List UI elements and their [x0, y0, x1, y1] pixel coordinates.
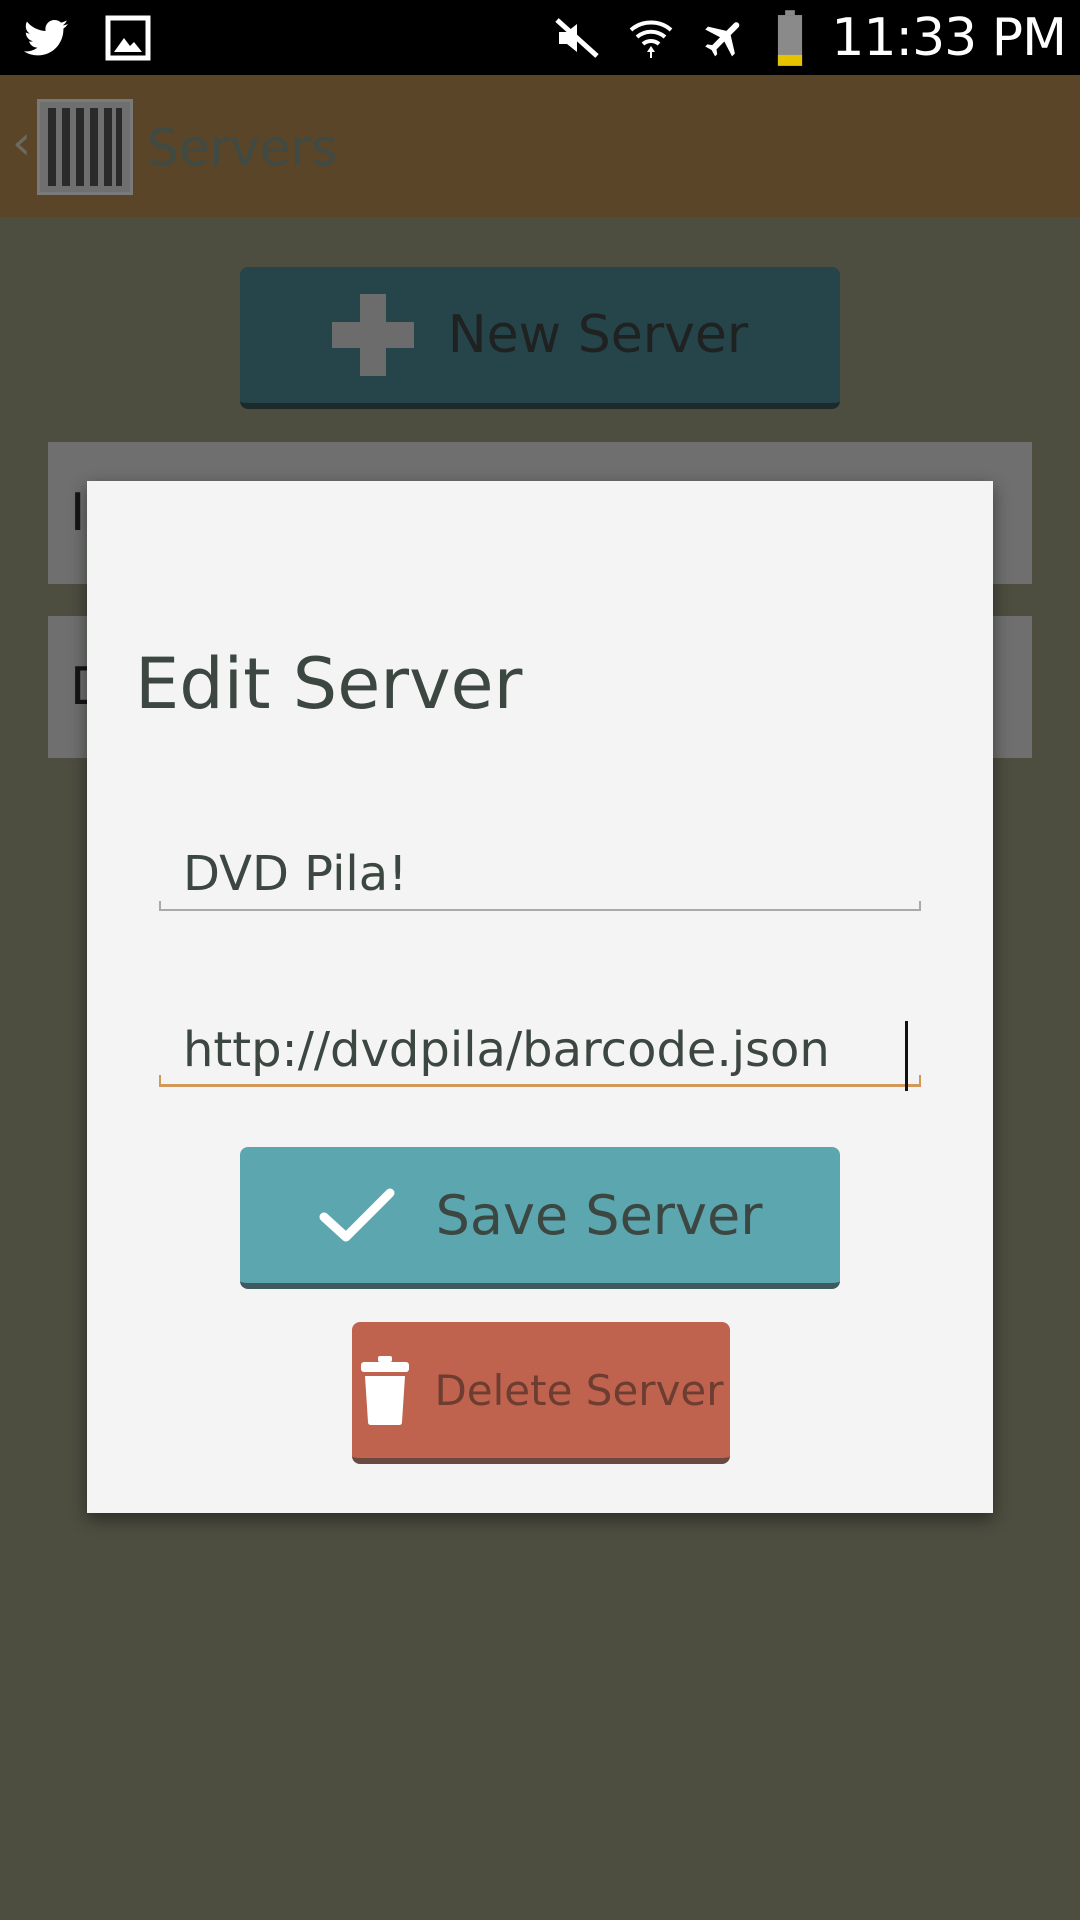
page-title: Servers [147, 119, 338, 177]
edit-server-dialog: Edit Server Save Server Delete Server [87, 481, 993, 1513]
wifi-icon [630, 20, 673, 58]
server-name-input[interactable] [183, 841, 903, 907]
twitter-icon [24, 20, 68, 56]
mute-icon [555, 18, 600, 58]
server-list-item-label: I [70, 483, 86, 543]
battery-icon [778, 10, 803, 66]
checkmark-icon [319, 1188, 395, 1242]
server-url-input[interactable] [183, 1017, 903, 1083]
new-server-button[interactable]: New Server [240, 267, 840, 409]
airplane-mode-icon [705, 22, 740, 57]
status-bar: 11:33 PM [0, 0, 1080, 75]
dialog-title: Edit Server [135, 643, 523, 725]
new-server-label: New Server [447, 305, 749, 365]
image-icon [105, 15, 151, 61]
save-server-label: Save Server [435, 1183, 763, 1247]
app-bar: ‹ Servers [0, 75, 1080, 217]
save-server-button[interactable]: Save Server [240, 1147, 840, 1289]
text-cursor [905, 1021, 908, 1091]
server-name-field[interactable] [159, 841, 921, 911]
plus-icon [331, 294, 414, 376]
clock: 11:33 PM [831, 8, 1067, 68]
delete-server-label: Delete Server [434, 1365, 724, 1415]
server-url-field[interactable] [159, 1017, 921, 1091]
delete-server-button[interactable]: Delete Server [352, 1322, 730, 1464]
app-logo-icon[interactable] [37, 99, 133, 195]
back-arrow-icon[interactable]: ‹ [12, 115, 31, 171]
trash-icon [361, 1356, 410, 1425]
